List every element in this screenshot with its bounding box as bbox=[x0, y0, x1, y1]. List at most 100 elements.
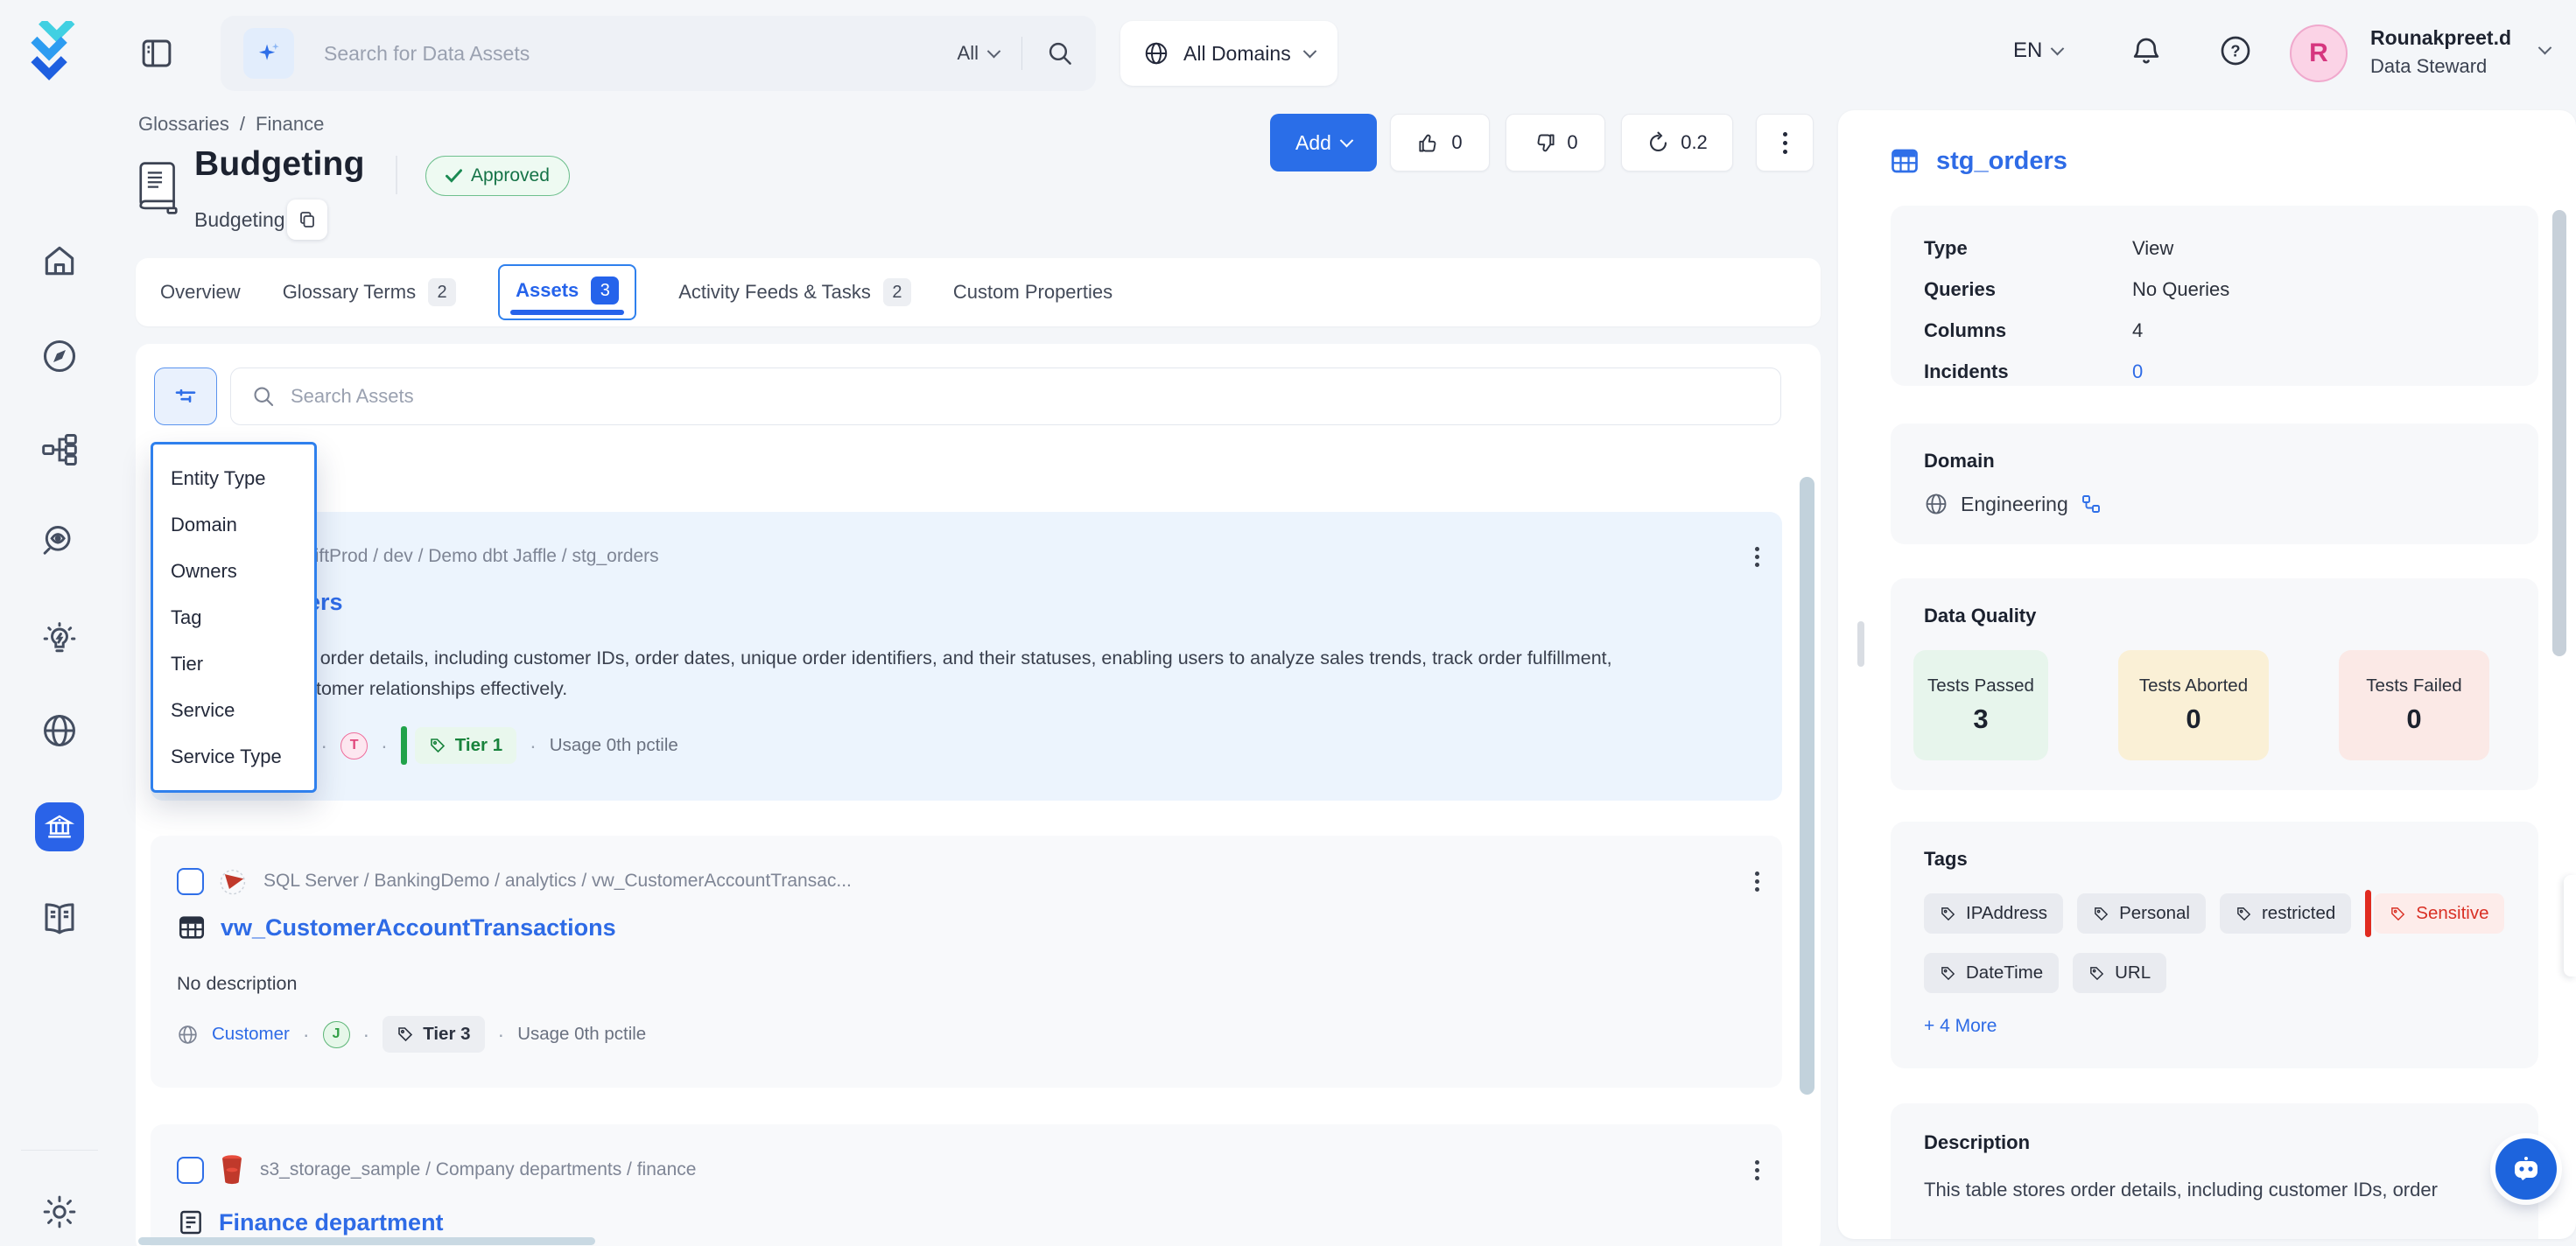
tag-ipaddress[interactable]: IPAddress bbox=[1924, 893, 2063, 934]
more-actions-button[interactable] bbox=[1756, 114, 1814, 172]
asset-kebab-icon[interactable] bbox=[1755, 543, 1759, 570]
search-icon bbox=[252, 385, 275, 408]
tier-badge[interactable]: Tier 3 bbox=[383, 1016, 484, 1053]
tab-glossary-terms[interactable]: Glossary Terms 2 bbox=[283, 278, 456, 306]
tag-personal[interactable]: Personal bbox=[2077, 893, 2206, 934]
overview-label: Columns bbox=[1924, 319, 2132, 342]
asset-checkbox[interactable] bbox=[177, 1157, 204, 1184]
asset-title-link[interactable]: Finance department bbox=[177, 1208, 444, 1236]
filter-option-service-type[interactable]: Service Type bbox=[153, 733, 314, 780]
asset-kebab-icon[interactable] bbox=[1755, 868, 1759, 895]
sidebar-item-insights-bulb[interactable] bbox=[40, 620, 79, 658]
panel-resize-handle[interactable] bbox=[1857, 621, 1864, 667]
filter-button[interactable] bbox=[154, 368, 217, 425]
preview-panel-scrollbar[interactable] bbox=[2552, 210, 2566, 656]
domain-card: Domain Engineering bbox=[1891, 424, 2538, 544]
search-icon[interactable] bbox=[1047, 40, 1073, 66]
asset-checkbox[interactable] bbox=[177, 868, 204, 895]
edge-drawer-handle[interactable] bbox=[2564, 875, 2576, 976]
tag-datetime[interactable]: DateTime bbox=[1924, 953, 2059, 993]
meta-dot: · bbox=[530, 734, 537, 758]
asset-card-stg-orders[interactable]: RedshiftProd / dev / Demo dbt Jaffle / s… bbox=[151, 512, 1782, 801]
breadcrumb-glossaries[interactable]: Glossaries bbox=[138, 113, 229, 136]
copy-icon[interactable] bbox=[287, 200, 327, 240]
sidebar-item-web-globe[interactable] bbox=[40, 711, 79, 750]
score-button[interactable]: 0.2 bbox=[1621, 114, 1733, 172]
notifications-bell-icon[interactable] bbox=[2129, 33, 2164, 68]
filter-option-owners[interactable]: Owners bbox=[153, 548, 314, 594]
tags-more-link[interactable]: + 4 More bbox=[1924, 1016, 2505, 1037]
sidebar-item-glossary-book[interactable] bbox=[39, 899, 80, 939]
overview-value: No Queries bbox=[2132, 278, 2229, 301]
tab-assets-active[interactable]: Assets 3 bbox=[498, 264, 636, 320]
asset-kebab-icon[interactable] bbox=[1755, 1157, 1759, 1184]
user-menu-chevron-icon[interactable] bbox=[2538, 41, 2552, 55]
atlan-logo-icon[interactable] bbox=[30, 21, 86, 84]
preview-title-link[interactable]: stg_orders bbox=[1889, 145, 2067, 177]
horizontal-scrollbar[interactable] bbox=[138, 1237, 595, 1245]
overview-label: Type bbox=[1924, 237, 2132, 260]
tests-failed-tile[interactable]: Tests Failed 0 bbox=[2339, 650, 2489, 760]
tag-label: restricted bbox=[2262, 903, 2335, 924]
tab-count-badge: 2 bbox=[428, 278, 456, 306]
overview-row-incidents: Incidents 0 bbox=[1924, 360, 2505, 383]
tag-label: IPAddress bbox=[1966, 903, 2047, 924]
filter-option-entity-type[interactable]: Entity Type bbox=[153, 455, 314, 501]
asset-list-scrollbar[interactable] bbox=[1800, 477, 1814, 1095]
sidebar-item-governance-active[interactable] bbox=[35, 802, 84, 851]
asset-domain-link[interactable]: Customer bbox=[212, 1024, 290, 1045]
asset-breadcrumb: RedshiftProd / dev / Demo dbt Jaffle / s… bbox=[262, 546, 659, 567]
domain-value-link[interactable]: Engineering bbox=[1961, 493, 2068, 516]
status-badge[interactable]: Approved bbox=[425, 156, 570, 196]
incidents-link[interactable]: 0 bbox=[2132, 360, 2143, 383]
search-input[interactable] bbox=[324, 42, 958, 66]
filter-option-domain[interactable]: Domain bbox=[153, 501, 314, 548]
asset-search-input[interactable] bbox=[291, 385, 1759, 408]
all-domains-dropdown[interactable]: All Domains bbox=[1120, 21, 1337, 86]
user-avatar[interactable]: R bbox=[2290, 24, 2348, 82]
search-scope-dropdown[interactable]: All bbox=[958, 42, 999, 65]
language-selector[interactable]: EN bbox=[2013, 38, 2062, 63]
asset-card-vw-customer[interactable]: SQL Server / BankingDemo / analytics / v… bbox=[151, 836, 1782, 1088]
tag-sensitive[interactable]: Sensitive bbox=[2374, 893, 2504, 934]
filter-option-tier[interactable]: Tier bbox=[153, 640, 314, 687]
asset-search-bar[interactable] bbox=[230, 368, 1781, 425]
tests-passed-tile[interactable]: Tests Passed 3 bbox=[1913, 650, 2048, 760]
filter-option-service[interactable]: Service bbox=[153, 687, 314, 733]
upvote-button[interactable]: 0 bbox=[1390, 114, 1490, 172]
user-name: Rounakpreet.d bbox=[2370, 26, 2511, 50]
tab-custom-properties[interactable]: Custom Properties bbox=[953, 281, 1113, 304]
sidebar-toggle-icon[interactable] bbox=[138, 35, 175, 72]
tab-activity-feeds[interactable]: Activity Feeds & Tasks 2 bbox=[678, 278, 911, 306]
tag-icon bbox=[1940, 965, 1956, 982]
tab-overview[interactable]: Overview bbox=[160, 281, 241, 304]
sidebar-item-observability-eye[interactable] bbox=[40, 522, 79, 561]
breadcrumb-finance[interactable]: Finance bbox=[256, 113, 324, 136]
owner-avatar[interactable]: T bbox=[340, 732, 368, 760]
sidebar-item-discover-compass[interactable] bbox=[40, 337, 79, 375]
chevron-down-icon bbox=[2051, 41, 2065, 55]
active-tab-underline bbox=[510, 310, 624, 315]
user-role: Data Steward bbox=[2370, 55, 2511, 78]
sidebar-item-lineage-sitemap[interactable] bbox=[40, 430, 79, 469]
tag-icon bbox=[2236, 906, 2252, 922]
sidebar-item-home[interactable] bbox=[40, 242, 79, 280]
filter-option-tag[interactable]: Tag bbox=[153, 594, 314, 640]
tag-url[interactable]: URL bbox=[2073, 953, 2166, 993]
sidebar-item-settings-gear[interactable] bbox=[40, 1193, 79, 1231]
owner-avatar[interactable]: J bbox=[323, 1021, 350, 1048]
add-button[interactable]: Add bbox=[1270, 114, 1377, 172]
global-search-bar[interactable]: All bbox=[221, 16, 1096, 91]
downvote-button[interactable]: 0 bbox=[1506, 114, 1605, 172]
tier-badge[interactable]: Tier 1 bbox=[415, 727, 516, 764]
tag-restricted[interactable]: restricted bbox=[2220, 893, 2351, 934]
help-icon[interactable]: ? bbox=[2218, 33, 2253, 68]
chatbot-button[interactable] bbox=[2495, 1138, 2557, 1200]
user-menu[interactable]: Rounakpreet.d Data Steward bbox=[2370, 26, 2511, 78]
asset-title-link[interactable]: vw_CustomerAccountTransactions bbox=[177, 913, 616, 942]
meta-dot: · bbox=[363, 1023, 370, 1046]
hierarchy-icon[interactable] bbox=[2081, 494, 2102, 514]
tests-aborted-tile[interactable]: Tests Aborted 0 bbox=[2118, 650, 2269, 760]
asset-card-finance-department[interactable]: s3_storage_sample / Company departments … bbox=[151, 1124, 1782, 1246]
ai-sparkle-icon[interactable] bbox=[243, 28, 294, 79]
